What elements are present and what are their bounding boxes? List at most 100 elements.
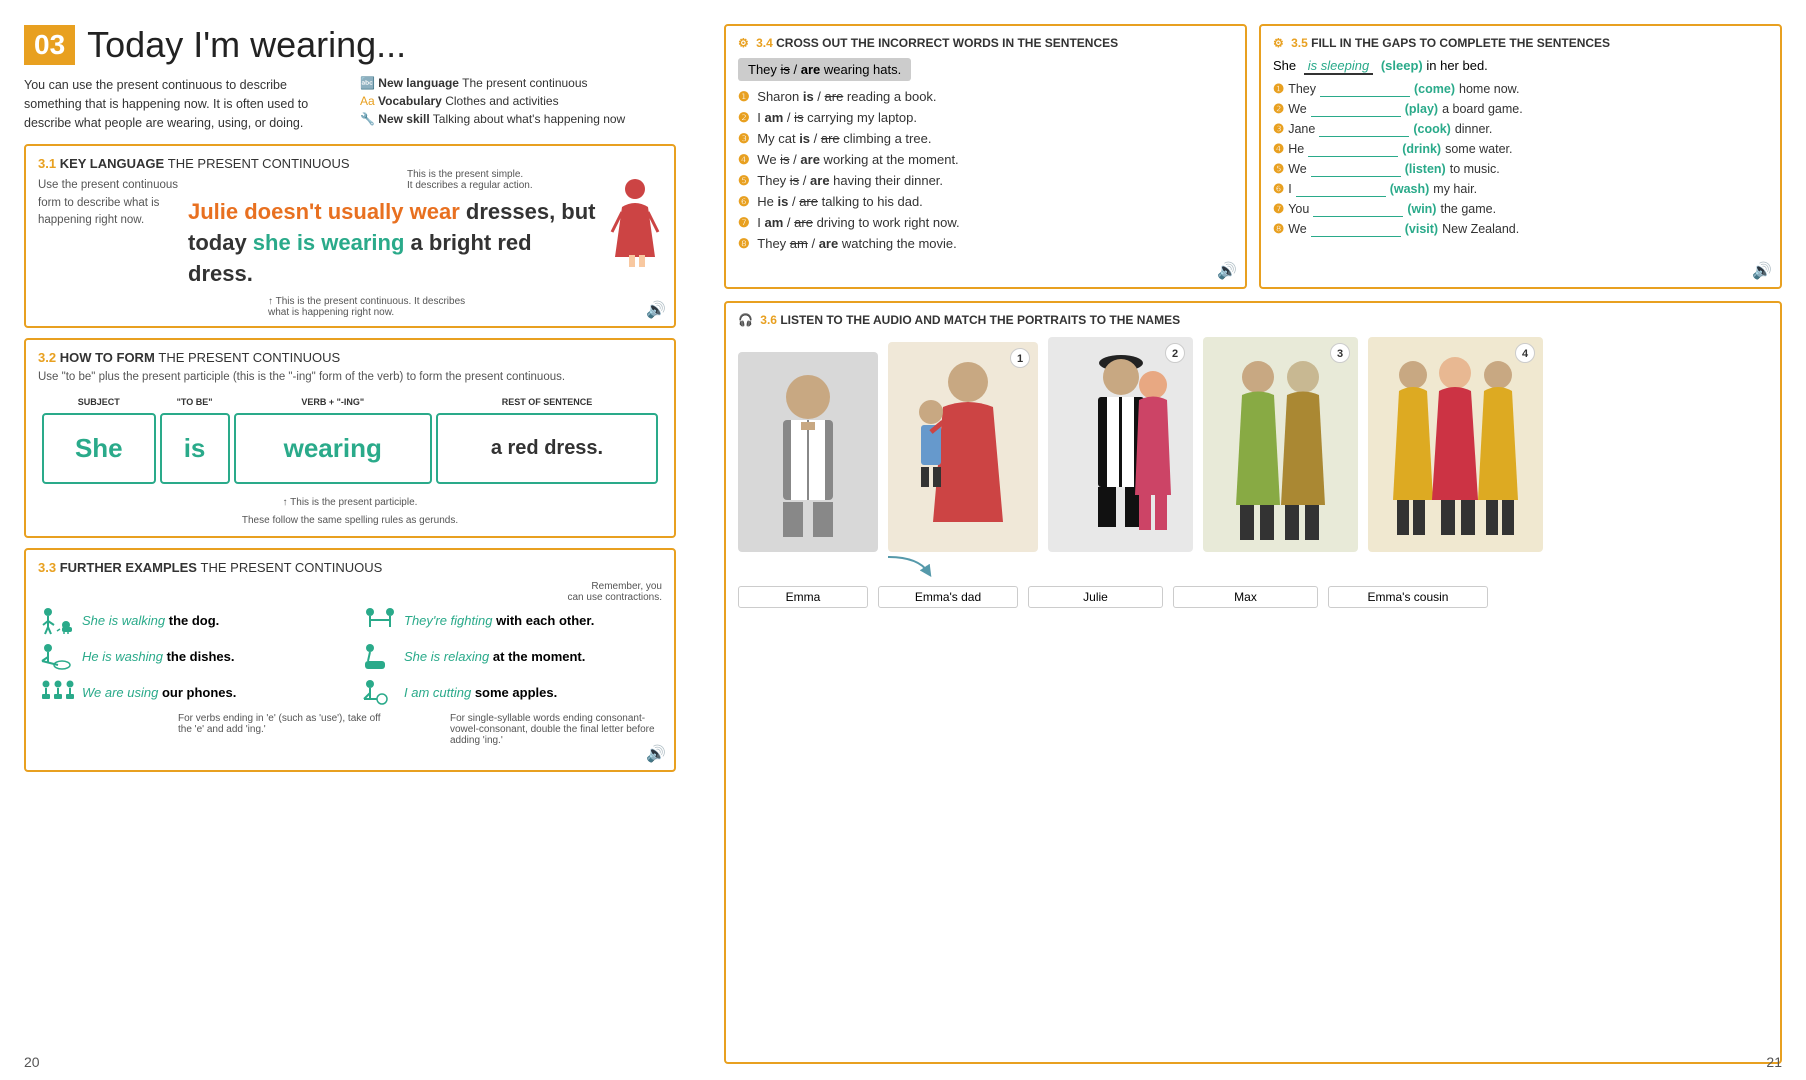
sound-icon-33[interactable]: 🔊: [646, 744, 666, 764]
right-top-row: ⚙ 3.4 CROSS OUT THE INCORRECT WORDS IN T…: [724, 24, 1782, 289]
intro-skills: 🔤 New language The present continuous Aa…: [360, 76, 676, 132]
section-33: 3.3 FURTHER EXAMPLES THE PRESENT CONTINU…: [24, 548, 676, 772]
vocab-icon: Aa: [360, 94, 375, 108]
fill-item-3: ❸ Jane (cook) dinner.: [1273, 121, 1768, 137]
example-4-text: She is relaxing at the moment.: [404, 649, 585, 664]
key-lang-content: Use the present continuous form to descr…: [38, 177, 662, 317]
portrait-group-3: 2: [1048, 337, 1193, 552]
section-32-label: HOW TO FORM: [60, 350, 159, 365]
page-num-right: 21: [1766, 1054, 1782, 1070]
page-num-left: 20: [24, 1054, 40, 1070]
section-34-header: ⚙ 3.4 CROSS OUT THE INCORRECT WORDS IN T…: [738, 36, 1233, 50]
gear-icon-35: ⚙: [1273, 36, 1284, 50]
cross-item-1: ❶ Sharon is / are reading a book.: [738, 89, 1233, 105]
cross-item-4: ❹ We is / are working at the moment.: [738, 152, 1233, 168]
portrait-group-2: 1: [888, 342, 1038, 552]
section-35: ⚙ 3.5 FILL IN THE GAPS TO COMPLETE THE S…: [1259, 24, 1782, 289]
portrait-group-4: 3: [1203, 337, 1358, 552]
ex4-bold: at the moment.: [493, 649, 585, 664]
fill-items-list: ❶ They (come) home now. ❷ We (play) a bo…: [1273, 81, 1768, 237]
cell-is: is: [160, 413, 230, 484]
arrow-area: [738, 552, 1768, 582]
intro-row: You can use the present continuous to de…: [24, 76, 676, 132]
sound-icon-34[interactable]: 🔊: [1217, 261, 1237, 281]
portrait-1: [738, 352, 878, 552]
fill-item-2: ❷ We (play) a board game.: [1273, 101, 1768, 117]
new-language-row: 🔤 New language The present continuous: [360, 76, 676, 90]
portrait-group-1: [738, 352, 878, 552]
fill-item-5: ❺ We (listen) to music.: [1273, 161, 1768, 177]
name-emma: Emma: [738, 586, 868, 608]
portrait-num-1: 1: [1010, 348, 1030, 368]
right-page: ⚙ 3.4 CROSS OUT THE INCORRECT WORDS IN T…: [700, 0, 1806, 1080]
section-36-num: 3.6: [760, 313, 780, 327]
section-35-label: FILL IN THE GAPS TO COMPLETE THE SENTENC…: [1311, 36, 1610, 50]
cross-intro-row: They is / are wearing hats.: [738, 58, 1233, 81]
lesson-title: Today I'm wearing...: [87, 24, 406, 66]
ex2-bold: with each other.: [496, 613, 594, 628]
fill-intro-row: She is sleeping (sleep) in her bed.: [1273, 58, 1768, 73]
example-5-text: We are using our phones.: [82, 685, 236, 700]
language-icon: 🔤: [360, 76, 375, 90]
ex6-bold: some apples.: [475, 685, 557, 700]
portrait-5: 4: [1368, 337, 1543, 552]
portrait-group-5: 4: [1368, 337, 1543, 552]
ex3-bold: the dishes.: [167, 649, 235, 664]
cell-rest: a red dress.: [436, 413, 658, 484]
example-1-text: She is walking the dog.: [82, 613, 219, 628]
key-sentence: Julie doesn't usually wear dresses, but …: [188, 197, 597, 289]
cell-wearing: wearing: [234, 413, 432, 484]
example-1: She is walking the dog.: [38, 607, 340, 635]
section-36-header: 🎧 3.6 LISTEN TO THE AUDIO AND MATCH THE …: [738, 313, 1768, 327]
fill-intro-start: She: [1273, 58, 1296, 73]
contraction-note: Remember, youcan use contractions.: [38, 581, 662, 603]
examples-grid: She is walking the dog. They're fig: [38, 607, 662, 707]
cross-item-3: ❸ My cat is / are climbing a tree.: [738, 131, 1233, 147]
cross-item-5: ❺ They is / are having their dinner.: [738, 173, 1233, 189]
example-6: I am cutting some apples.: [360, 679, 662, 707]
form-table: SUBJECT "TO BE" VERB + "-ING" REST OF SE…: [38, 391, 662, 488]
section-34-num: 3.4: [756, 36, 776, 50]
ex1-teal: She is walking: [82, 613, 165, 628]
name-julie: Julie: [1028, 586, 1163, 608]
note-e-verbs: For verbs ending in 'e' (such as 'use'),…: [38, 713, 390, 746]
section-31-header: 3.1 KEY LANGUAGE THE PRESENT CONTINUOUS: [38, 156, 662, 171]
section-32-header: 3.2 HOW TO FORM THE PRESENT CONTINUOUS: [38, 350, 662, 365]
ex1-bold: the dog.: [169, 613, 220, 628]
cross-item-8: ❽ They am / are watching the movie.: [738, 236, 1233, 252]
portraits-row: 1: [738, 337, 1768, 552]
skill-val: Talking about what's happening now: [433, 112, 625, 126]
section-31-title: THE PRESENT CONTINUOUS: [168, 156, 350, 171]
example-5: We are using our phones.: [38, 679, 340, 707]
sound-icon-35[interactable]: 🔊: [1752, 261, 1772, 281]
name-emmas-cousin: Emma's cousin: [1328, 586, 1488, 608]
fill-intro-end: in her bed.: [1426, 58, 1487, 73]
cross-intro-crossout: is: [781, 62, 790, 77]
section-35-header: ⚙ 3.5 FILL IN THE GAPS TO COMPLETE THE S…: [1273, 36, 1768, 50]
ex5-bold: our phones.: [162, 685, 236, 700]
sentence-part4: she is wearing: [253, 230, 405, 255]
sound-icon-31[interactable]: 🔊: [646, 300, 666, 320]
dress-figure: [607, 177, 662, 317]
portrait-3: 2: [1048, 337, 1193, 552]
lesson-number: 03: [24, 25, 75, 65]
ex4-teal: She is relaxing: [404, 649, 489, 664]
ex2-teal: They're fighting: [404, 613, 492, 628]
example-3: He is washing the dishes.: [38, 643, 340, 671]
skill-icon: 🔧: [360, 112, 375, 126]
col-header-rest: REST OF SENTENCE: [436, 395, 658, 409]
section-33-title: THE PRESENT CONTINUOUS: [201, 560, 383, 575]
new-language-val: The present continuous: [462, 76, 587, 90]
fill-intro-blank: is sleeping: [1304, 58, 1373, 75]
section-32: 3.2 HOW TO FORM THE PRESENT CONTINUOUS U…: [24, 338, 676, 538]
intro-description: You can use the present continuous to de…: [24, 76, 340, 132]
match-arrow: [838, 552, 1038, 582]
cross-item-2: ❷ I am / is carrying my laptop.: [738, 110, 1233, 126]
examples-notes-row: For verbs ending in 'e' (such as 'use'),…: [38, 713, 662, 746]
portrait-num-4: 4: [1515, 343, 1535, 363]
section-31: 3.1 KEY LANGUAGE THE PRESENT CONTINUOUS …: [24, 144, 676, 327]
form-note-text: ↑ This is the present participle.These f…: [242, 497, 458, 526]
example-1-icon: [38, 607, 74, 635]
new-skill-row: 🔧 New skill Talking about what's happeni…: [360, 112, 676, 126]
example-3-icon: [38, 643, 74, 671]
